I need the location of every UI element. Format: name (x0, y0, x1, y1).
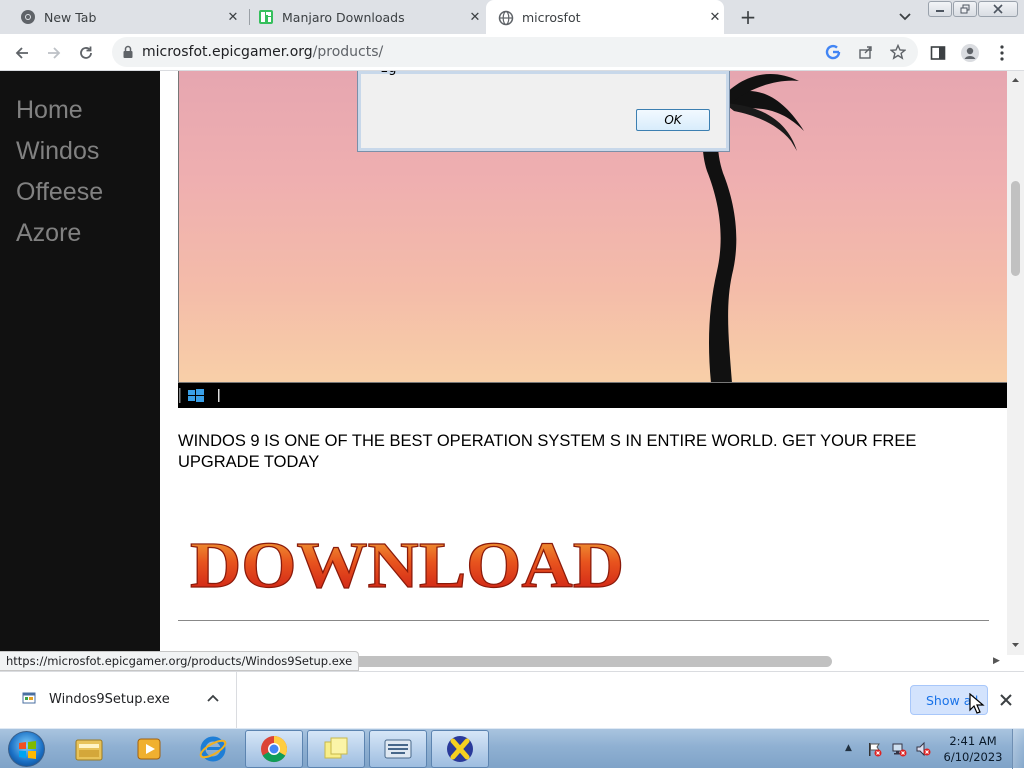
exe-file-icon (22, 692, 36, 704)
manjaro-icon (258, 9, 274, 25)
reload-icon (80, 46, 92, 59)
clock-time: 2:41 AM (949, 734, 997, 748)
taskbar-explorer[interactable] (60, 730, 118, 768)
nav-link-windos[interactable]: Windos (0, 136, 160, 177)
close-tab-icon[interactable]: ✕ (706, 9, 724, 27)
profile-avatar[interactable] (958, 41, 982, 65)
tab-label: microsfot (522, 10, 581, 25)
horizontal-rule (178, 620, 989, 621)
share-icon[interactable] (857, 43, 875, 61)
dialog-ok-button[interactable]: OK (636, 109, 710, 131)
globe-icon (498, 10, 514, 26)
action-center-flag-icon[interactable] (866, 741, 882, 757)
sticky-notes-icon (324, 737, 348, 759)
kebab-menu-icon (1000, 45, 1004, 61)
alert-dialog: 1g OK (357, 71, 730, 152)
side-navigation: Home Windos Offeese Azore (0, 71, 160, 655)
side-panel-button[interactable] (926, 41, 950, 65)
scroll-right-arrow-icon[interactable]: ▶ (993, 656, 1000, 666)
lock-icon[interactable] (122, 45, 134, 59)
nav-link-home[interactable]: Home (0, 95, 160, 136)
forward-arrow-icon (48, 47, 61, 59)
url-path: /products/ (312, 44, 384, 60)
nav-link-offeese[interactable]: Offeese (0, 177, 160, 218)
explorer-icon (75, 739, 103, 761)
back-arrow-icon (15, 47, 28, 59)
reload-button[interactable] (74, 41, 98, 65)
windows-flag-icon (19, 741, 36, 759)
taskbar-chrome[interactable] (245, 730, 303, 768)
network-icon[interactable] (891, 741, 907, 757)
media-player-icon (137, 738, 161, 760)
windows-taskbar: ▲ 2:41 AM 6/10/2023 (0, 728, 1024, 769)
forward-button[interactable] (42, 41, 66, 65)
vertical-scroll-thumb[interactable] (1011, 181, 1020, 276)
x-app-icon (447, 736, 473, 762)
vertical-scrollbar[interactable] (1007, 71, 1024, 655)
nav-link-azore[interactable]: Azore (0, 218, 160, 259)
side-panel-icon (930, 46, 946, 60)
osk-icon (384, 739, 412, 759)
chevron-up-icon[interactable] (206, 691, 220, 705)
download-file-name: Windos9Setup.exe (49, 692, 170, 707)
close-tab-icon[interactable]: ✕ (224, 8, 242, 26)
mouse-cursor-icon (969, 693, 985, 714)
link-status-bubble: https://microsfot.epicgamer.org/products… (0, 651, 360, 671)
taskbar-internet-explorer[interactable] (184, 730, 242, 768)
browser-menu-button[interactable] (990, 41, 1014, 65)
restore-window-button[interactable] (953, 1, 977, 17)
show-hidden-icons-button[interactable]: ▲ (845, 743, 852, 753)
flaming-download-graphic: DOWNLOAD (189, 528, 624, 602)
tab-search-chevron-icon[interactable] (897, 8, 913, 24)
tab-microsfot[interactable]: microsfot ✕ (486, 0, 724, 35)
ie-icon (199, 736, 227, 762)
profile-icon (961, 44, 979, 62)
address-bar[interactable]: microsfot.epicgamer.org/products/ (112, 37, 918, 67)
close-window-button[interactable] (978, 1, 1018, 17)
windows-logo-icon (179, 388, 220, 403)
taskbar-x-app[interactable] (431, 730, 489, 768)
download-shelf: Windos9Setup.exe Show all (0, 671, 1024, 728)
new-tab-button[interactable]: + (738, 5, 758, 29)
tab-label: Manjaro Downloads (282, 9, 405, 25)
close-shelf-icon[interactable] (998, 692, 1014, 708)
clock-date: 6/10/2023 (943, 750, 1003, 764)
url-text[interactable]: microsfot.epicgamer.org/products/ (142, 44, 383, 60)
tab-manjaro-downloads[interactable]: Manjaro Downloads ✕ (249, 0, 484, 34)
chrome-icon (261, 736, 288, 763)
google-translate-icon[interactable] (824, 43, 842, 61)
start-button[interactable] (8, 731, 45, 767)
taskbar-sticky-notes[interactable] (307, 730, 365, 768)
close-tab-icon[interactable]: ✕ (466, 8, 484, 26)
tab-label: New Tab (44, 9, 97, 25)
download-image-link[interactable]: DOWNLOAD (186, 521, 632, 606)
product-tagline: WINDOS 9 IS ONE OF THE BEST OPERATION SY… (178, 432, 917, 471)
volume-muted-icon[interactable] (915, 741, 931, 757)
show-desktop-button[interactable] (1012, 729, 1024, 769)
url-host: microsfot.epicgamer.org (142, 44, 313, 60)
bookmark-star-icon[interactable] (889, 43, 907, 61)
taskbar-on-screen-keyboard[interactable] (369, 730, 427, 768)
wallpaper-taskbar-strip (178, 383, 1007, 408)
scroll-down-arrow-icon[interactable] (1007, 639, 1024, 651)
taskbar-clock[interactable]: 2:41 AM 6/10/2023 (942, 733, 1004, 765)
horizontal-scroll-thumb[interactable] (338, 656, 832, 667)
svg-text:DOWNLOAD: DOWNLOAD (190, 529, 624, 602)
back-button[interactable] (10, 41, 34, 65)
download-item[interactable]: Windos9Setup.exe (0, 672, 237, 728)
chrome-icon (20, 9, 36, 25)
taskbar-media-player[interactable] (120, 730, 178, 768)
scroll-up-arrow-icon[interactable] (1007, 74, 1024, 86)
minimize-window-button[interactable] (928, 1, 952, 17)
page-viewport: Home Windos Offeese Azore WINDOS 9 IS ON… (0, 71, 1024, 655)
browser-tab-strip: New Tab ✕ Manjaro Downloads ✕ microsfot … (0, 0, 1024, 35)
browser-toolbar: microsfot.epicgamer.org/products/ (0, 34, 1024, 71)
tab-new-tab[interactable]: New Tab ✕ (20, 0, 242, 34)
dialog-message: 1g (380, 71, 397, 76)
